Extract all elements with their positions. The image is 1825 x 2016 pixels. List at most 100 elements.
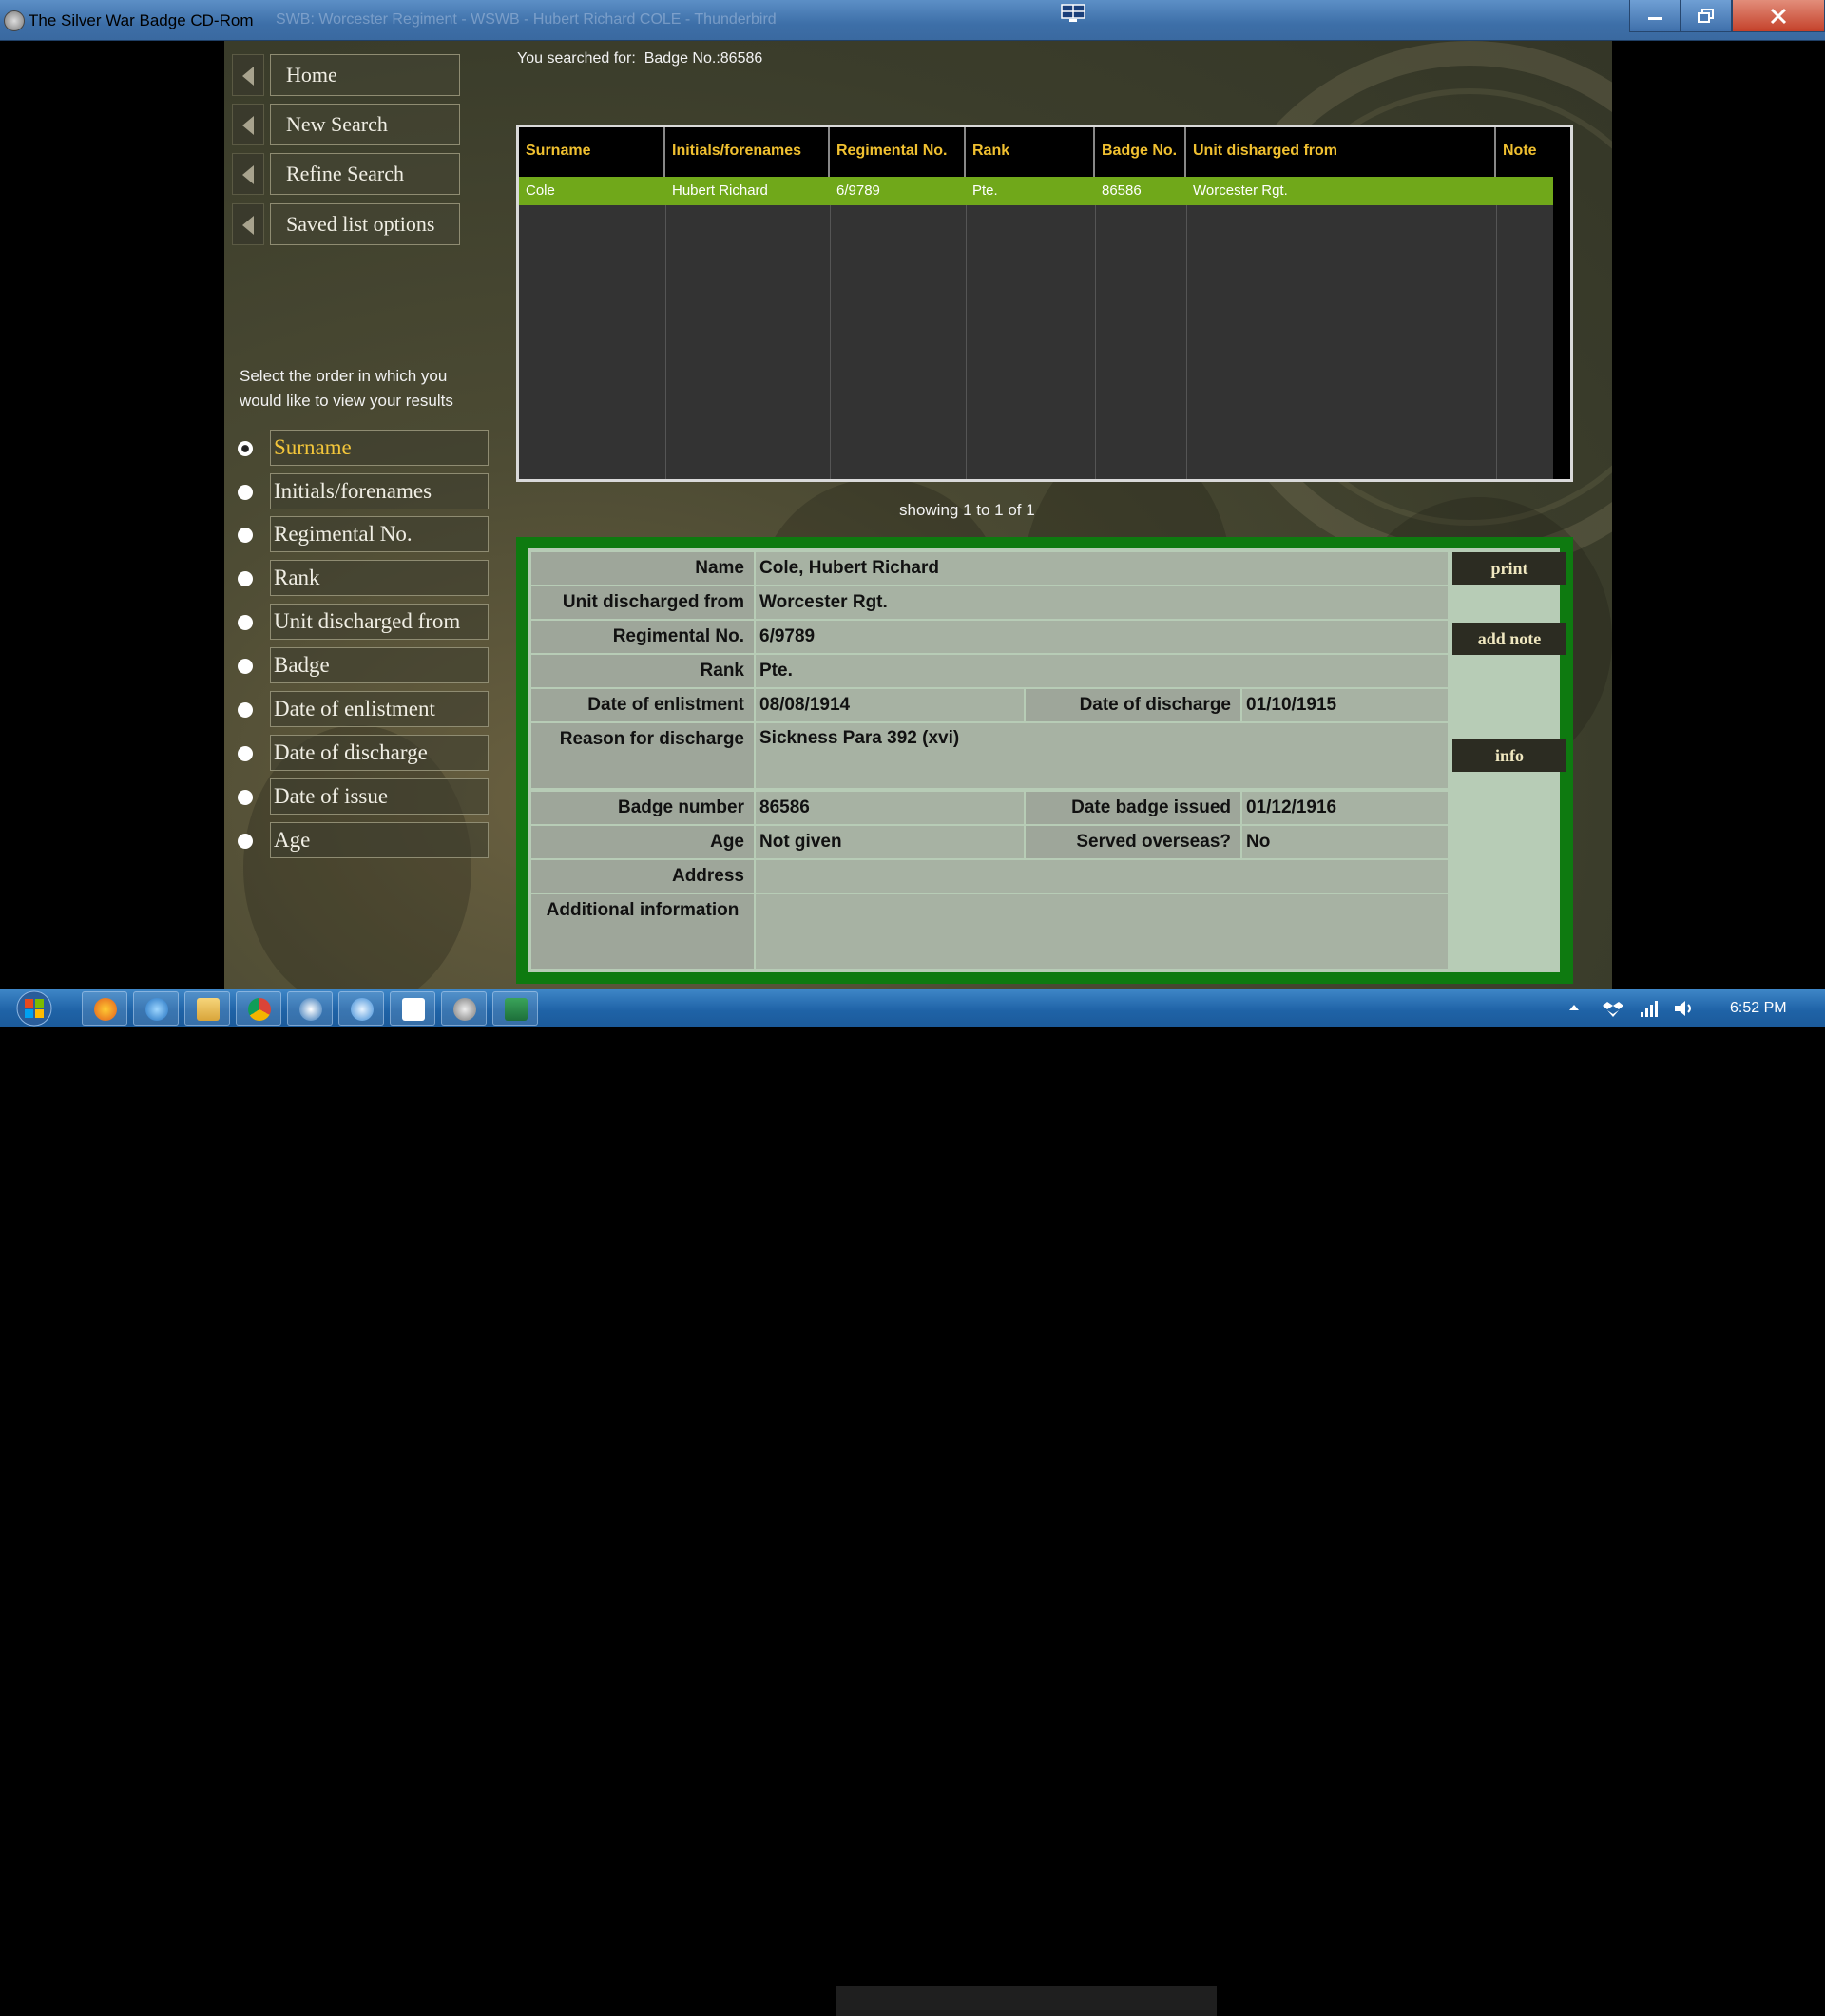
sort-option-label: Unit discharged from <box>270 604 489 640</box>
dropbox-icon[interactable] <box>390 991 435 1026</box>
back-arrow-icon <box>232 54 264 96</box>
thunderbird-icon[interactable] <box>287 991 333 1026</box>
system-clock[interactable]: 6:52 PM <box>1730 1000 1787 1017</box>
sort-option-label: Initials/forenames <box>270 473 489 509</box>
age-label: Age <box>531 826 754 858</box>
column-header-surname[interactable]: Surname <box>519 127 665 177</box>
title-bar: The Silver War Badge CD-Rom SWB: Worcest… <box>0 0 1825 41</box>
sort-option-surname[interactable]: Surname <box>232 430 489 466</box>
minimize-button[interactable] <box>1629 0 1681 32</box>
sort-option-unit[interactable]: Unit discharged from <box>232 604 489 640</box>
column-header-badge-no[interactable]: Badge No. <box>1095 127 1186 177</box>
swb-icon[interactable] <box>441 991 487 1026</box>
sort-option-regimental-no[interactable]: Regimental No. <box>232 516 489 552</box>
radio-icon[interactable] <box>238 834 253 849</box>
regimental-no-value: 6/9789 <box>756 621 1448 653</box>
restore-button[interactable] <box>1681 0 1732 32</box>
radio-icon[interactable] <box>238 485 253 500</box>
cell-rank: Pte. <box>972 182 998 199</box>
radio-icon[interactable] <box>238 746 253 761</box>
windows-logo-icon <box>16 990 52 1027</box>
sort-option-initials[interactable]: Initials/forenames <box>232 473 489 509</box>
minimize-icon <box>1648 16 1662 20</box>
close-button[interactable] <box>1732 0 1825 32</box>
firefox-icon[interactable] <box>82 991 127 1026</box>
badge-number-label: Badge number <box>531 792 754 824</box>
table-row[interactable]: Cole Hubert Richard 6/9789 Pte. 86586 Wo… <box>519 177 1555 205</box>
sort-option-label: Regimental No. <box>270 516 489 552</box>
column-divider <box>1186 205 1187 479</box>
reason-label-spacer <box>531 756 754 788</box>
search-summary: You searched for: Badge No.:86586 <box>517 50 762 67</box>
cell-unit: Worcester Rgt. <box>1193 182 1288 199</box>
search-prefix: You searched for: <box>517 50 636 67</box>
sort-option-label: Rank <box>270 560 489 596</box>
additional-info-label: Additional information <box>531 894 754 927</box>
add-note-button[interactable]: add note <box>1452 623 1566 655</box>
print-button[interactable]: print <box>1452 552 1566 585</box>
nav-label: Refine Search <box>270 153 460 195</box>
column-header-rank[interactable]: Rank <box>966 127 1095 177</box>
radio-icon[interactable] <box>238 571 253 586</box>
column-header-note[interactable]: Note <box>1496 127 1555 177</box>
column-divider <box>1095 205 1096 479</box>
sort-option-label: Date of enlistment <box>270 691 489 727</box>
sort-option-date-of-issue[interactable]: Date of issue <box>232 778 489 815</box>
column-header-unit[interactable]: Unit disharged from <box>1186 127 1496 177</box>
explorer-icon[interactable] <box>184 991 230 1026</box>
column-divider <box>665 205 666 479</box>
radio-icon[interactable] <box>238 615 253 630</box>
column-header-regimental-no[interactable]: Regimental No. <box>830 127 966 177</box>
window-title: The Silver War Badge CD-Rom <box>29 11 254 29</box>
radio-icon[interactable] <box>238 528 253 543</box>
sort-instructions: Select the order in which you would like… <box>240 367 453 410</box>
cell-badge-no: 86586 <box>1102 182 1142 199</box>
nav-label: Saved list options <box>270 203 460 245</box>
nav-saved-list-options-button[interactable]: Saved list options <box>232 203 460 245</box>
back-arrow-icon <box>232 153 264 195</box>
nav-home-button[interactable]: Home <box>232 54 460 96</box>
volume-icon[interactable] <box>1673 999 1696 1018</box>
show-hidden-icons-icon[interactable] <box>1568 1003 1580 1012</box>
sort-option-date-of-enlistment[interactable]: Date of enlistment <box>232 691 489 727</box>
results-scrollbar[interactable] <box>1553 127 1570 479</box>
radio-selected-icon[interactable] <box>238 441 253 456</box>
record-details-inner: Name Cole, Hubert Richard Unit discharge… <box>528 548 1566 972</box>
radio-icon[interactable] <box>238 659 253 674</box>
badge-issued-value: 01/12/1916 <box>1242 792 1448 824</box>
chrome-icon[interactable] <box>236 991 281 1026</box>
sort-option-date-of-discharge[interactable]: Date of discharge <box>232 735 489 771</box>
column-divider <box>966 205 967 479</box>
media-icon[interactable] <box>338 991 384 1026</box>
nav-new-search-button[interactable]: New Search <box>232 104 460 145</box>
ie-icon[interactable] <box>133 991 179 1026</box>
excel-icon[interactable] <box>492 991 538 1026</box>
app-icon <box>4 10 25 31</box>
column-divider <box>830 205 831 479</box>
dropbox-tray-icon[interactable] <box>1603 999 1623 1018</box>
sort-option-badge[interactable]: Badge <box>232 647 489 683</box>
sort-option-label: Date of issue <box>270 778 489 815</box>
results-table: Surname Initials/forenames Regimental No… <box>516 125 1573 482</box>
sort-option-label: Surname <box>270 430 489 466</box>
start-button[interactable] <box>11 989 57 1027</box>
column-header-initials[interactable]: Initials/forenames <box>665 127 830 177</box>
additional-info-value <box>756 894 1448 969</box>
column-divider <box>1496 205 1497 479</box>
nav-label: Home <box>270 54 460 96</box>
served-overseas-label: Served overseas? <box>1026 826 1240 858</box>
record-details-panel: Name Cole, Hubert Richard Unit discharge… <box>516 537 1573 984</box>
sort-option-label: Date of discharge <box>270 735 489 771</box>
unit-value: Worcester Rgt. <box>756 586 1448 619</box>
sort-option-rank[interactable]: Rank <box>232 560 489 596</box>
sort-option-label: Age <box>270 822 489 858</box>
radio-icon[interactable] <box>238 702 253 718</box>
back-arrow-icon <box>232 203 264 245</box>
info-button[interactable]: info <box>1452 739 1566 772</box>
nav-refine-search-button[interactable]: Refine Search <box>232 153 460 195</box>
address-value <box>756 860 1448 893</box>
name-label: Name <box>531 552 754 585</box>
radio-icon[interactable] <box>238 790 253 805</box>
network-icon[interactable] <box>1639 999 1660 1018</box>
sort-option-age[interactable]: Age <box>232 822 489 858</box>
